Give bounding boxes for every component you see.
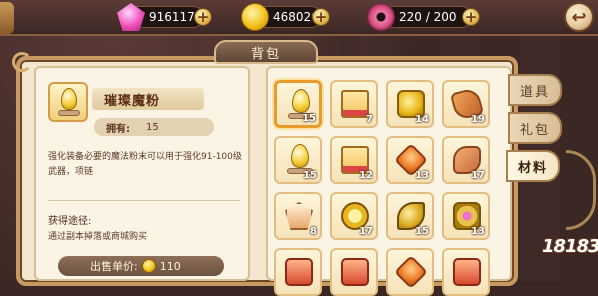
inventory-slot[interactable]: 15 bbox=[274, 80, 322, 128]
tab-gift-packs[interactable]: 礼包 bbox=[508, 112, 562, 144]
corner-ornament bbox=[0, 2, 14, 34]
energy-counter: 220 / 200 + bbox=[367, 3, 480, 31]
item-detail-panel: 璀璨魔粉 拥有: 15 强化装备必要的魔法粉末可以用于强化91-100级武器，项… bbox=[34, 66, 250, 281]
energy-value: 220 / 200 bbox=[399, 10, 457, 24]
inventory-slot[interactable]: 12 bbox=[330, 136, 378, 184]
price-value: 110 bbox=[159, 259, 181, 273]
red-item-icon bbox=[285, 258, 313, 286]
page-title: 背包 bbox=[214, 40, 318, 64]
donut-energy-icon bbox=[367, 3, 395, 31]
item-description: 强化装备必要的魔法粉末可以用于强化91-100级武器，项链 bbox=[48, 152, 242, 177]
gem-icon bbox=[117, 3, 145, 31]
price-label: 出售单价: bbox=[90, 260, 138, 273]
swirl-ornament bbox=[12, 52, 32, 72]
golden-egg-icon bbox=[291, 144, 309, 168]
inventory-grid: 15 7 14 19 15 12 13 17 8 17 15 13 bbox=[266, 66, 512, 296]
add-energy-button[interactable]: + bbox=[462, 8, 480, 26]
inventory-slot[interactable] bbox=[442, 248, 490, 296]
back-button[interactable]: ↩ bbox=[564, 2, 594, 32]
slot-count: 15 bbox=[303, 170, 317, 181]
inventory-slot[interactable]: 13 bbox=[386, 136, 434, 184]
back-arrow-icon: ↩ bbox=[571, 6, 587, 28]
inventory-slot[interactable]: 17 bbox=[330, 192, 378, 240]
inventory-slot[interactable] bbox=[386, 248, 434, 296]
sell-price-bar[interactable]: 出售单价: 110 bbox=[58, 256, 224, 276]
gold-counter: 468020 + bbox=[241, 3, 330, 31]
tab-materials[interactable]: 材料 bbox=[506, 150, 560, 182]
red-item-icon bbox=[341, 258, 369, 286]
slot-count: 13 bbox=[471, 226, 485, 237]
inventory-slot[interactable]: 8 bbox=[274, 192, 322, 240]
slot-count: 13 bbox=[415, 170, 429, 181]
divider bbox=[48, 200, 240, 201]
slot-count: 12 bbox=[359, 170, 373, 181]
owned-count: 拥有: 15 bbox=[94, 118, 214, 136]
slot-count: 7 bbox=[366, 114, 373, 125]
gold-coin-icon bbox=[141, 259, 156, 273]
slot-count: 19 bbox=[471, 114, 485, 125]
obtain-text: 通过副本掉落或商城购买 bbox=[48, 232, 148, 242]
crystal-icon bbox=[285, 202, 313, 230]
inventory-slot[interactable] bbox=[274, 248, 322, 296]
owned-value: 15 bbox=[146, 121, 159, 133]
inventory-slot[interactable]: 15 bbox=[274, 136, 322, 184]
inventory-slot[interactable]: 13 bbox=[442, 192, 490, 240]
inventory-slot[interactable]: 15 bbox=[386, 192, 434, 240]
orange-gem-icon bbox=[394, 255, 428, 289]
slot-count: 8 bbox=[310, 226, 317, 237]
egg-stand bbox=[58, 110, 80, 116]
slot-count: 15 bbox=[415, 226, 429, 237]
slot-count: 14 bbox=[415, 114, 429, 125]
owned-label: 拥有: bbox=[106, 123, 130, 135]
slot-count: 17 bbox=[471, 170, 485, 181]
watermark-logo: 18183 bbox=[542, 236, 598, 257]
item-name: 璀璨魔粉 bbox=[92, 88, 204, 110]
add-gem-button[interactable]: + bbox=[194, 8, 212, 26]
gold-coin-icon bbox=[241, 3, 269, 31]
slot-count: 15 bbox=[302, 113, 316, 124]
golden-egg-icon bbox=[292, 89, 310, 113]
obtain-heading: 获得途径: bbox=[48, 216, 92, 227]
tab-items[interactable]: 道具 bbox=[508, 74, 562, 106]
red-item-icon bbox=[453, 258, 481, 286]
slot-count: 17 bbox=[359, 226, 373, 237]
golden-egg-icon bbox=[61, 88, 77, 110]
inventory-slot[interactable]: 7 bbox=[330, 80, 378, 128]
inventory-slot[interactable]: 14 bbox=[386, 80, 434, 128]
red-book-icon bbox=[341, 90, 369, 118]
selected-item-icon bbox=[48, 82, 88, 122]
add-gold-button[interactable]: + bbox=[312, 8, 330, 26]
inventory-slot[interactable] bbox=[330, 248, 378, 296]
inventory-slot[interactable]: 19 bbox=[442, 80, 490, 128]
gem-counter: 9161170 + bbox=[117, 3, 212, 31]
inventory-slot[interactable]: 17 bbox=[442, 136, 490, 184]
resource-bar: 9161170 + 468020 + 220 / 200 + ↩ bbox=[0, 0, 598, 36]
